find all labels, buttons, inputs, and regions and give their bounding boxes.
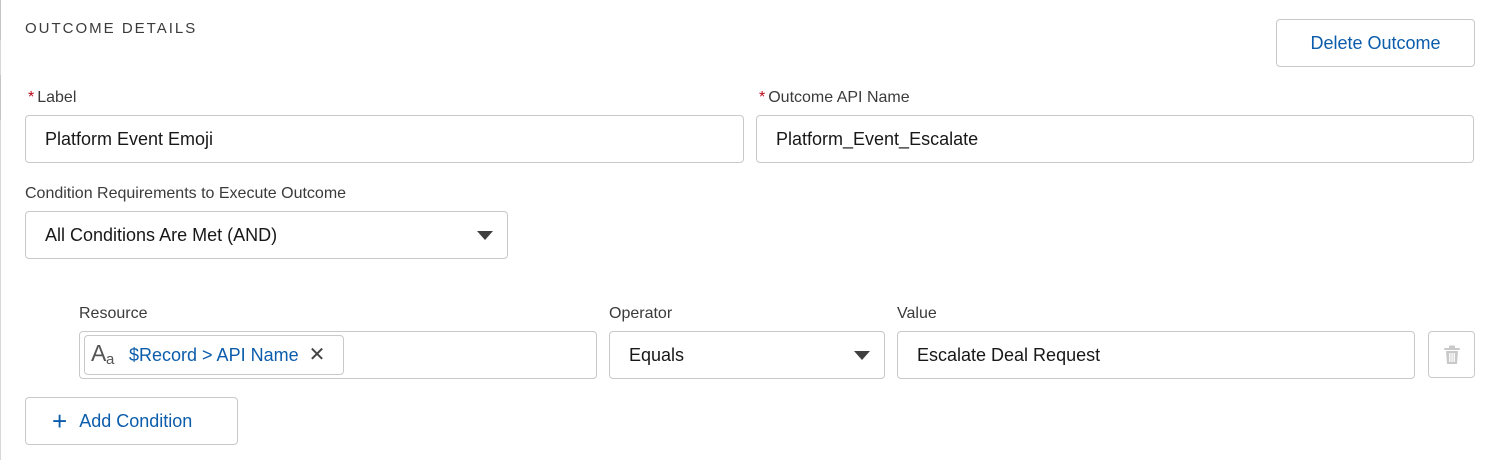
resource-input[interactable]: Aa $Record > API Name ✕ [79, 331, 597, 379]
trash-icon [1443, 345, 1460, 364]
value-input[interactable]: Escalate Deal Request [897, 331, 1415, 379]
resource-label: Resource [79, 305, 148, 322]
chevron-down-icon [477, 231, 493, 240]
left-border [0, 0, 1, 460]
section-title: OUTCOME DETAILS [25, 20, 198, 37]
condition-requirements-label: Condition Requirements to Execute Outcom… [25, 185, 347, 202]
value-label: Value [897, 305, 937, 322]
delete-outcome-button[interactable]: Delete Outcome [1276, 19, 1475, 67]
required-indicator: * [759, 89, 766, 106]
api-name-field-label: * Outcome API Name [759, 89, 910, 106]
resource-pill[interactable]: Aa $Record > API Name ✕ [84, 335, 344, 375]
label-field-label: * Label [28, 89, 77, 106]
close-icon[interactable]: ✕ [309, 345, 326, 365]
plus-icon: + [52, 406, 68, 436]
operator-select[interactable]: Equals [609, 331, 885, 379]
text-type-icon: Aa [91, 340, 115, 368]
delete-condition-button[interactable] [1428, 331, 1475, 378]
condition-requirements-select[interactable]: All Conditions Are Met (AND) [25, 211, 508, 259]
label-input[interactable]: Platform Event Emoji [25, 115, 744, 163]
chevron-down-icon [854, 351, 870, 360]
resource-pill-label: $Record > API Name [129, 344, 299, 365]
add-condition-button[interactable]: + Add Condition [25, 397, 238, 445]
api-name-input[interactable]: Platform_Event_Escalate [756, 115, 1474, 163]
operator-label: Operator [609, 305, 673, 322]
required-indicator: * [28, 89, 35, 106]
